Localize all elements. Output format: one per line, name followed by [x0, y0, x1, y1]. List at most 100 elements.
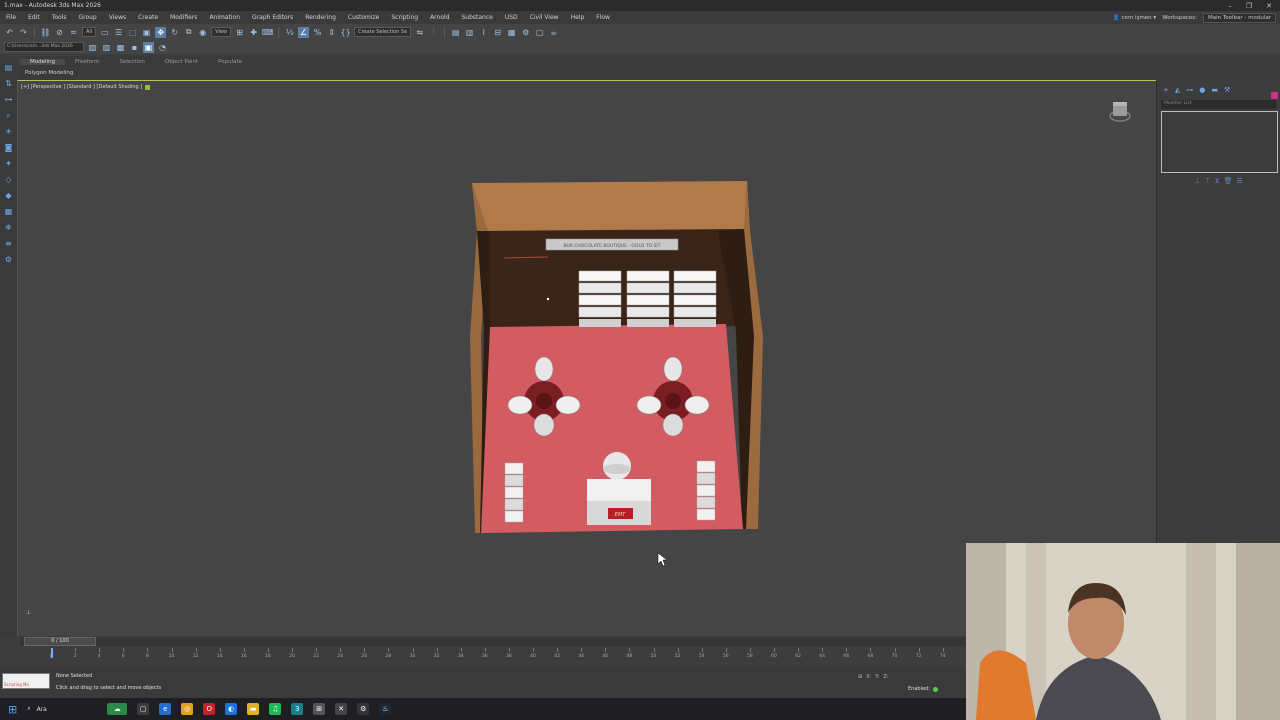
display-tab-icon[interactable]: ▬: [1211, 86, 1218, 94]
menu-item-scripting[interactable]: Scripting: [385, 14, 424, 21]
remove-modifier-icon[interactable]: 🗑: [1224, 177, 1233, 185]
select-by-name-icon[interactable]: ☰: [113, 27, 124, 38]
object-color-swatch[interactable]: [1271, 92, 1278, 99]
maxscript-listener[interactable]: Scripting Mo: [2, 673, 50, 689]
mirror-icon[interactable]: ⇋: [414, 27, 425, 38]
clock-icon[interactable]: ◔: [157, 42, 168, 53]
settings-taskbar-icon[interactable]: ⚙: [357, 703, 370, 715]
select-object-icon[interactable]: ▭: [99, 27, 110, 38]
material-editor-icon[interactable]: ▦: [506, 27, 517, 38]
filter-icon[interactable]: ⌕: [3, 110, 14, 121]
utilities-tab-icon[interactable]: ⚒: [1224, 86, 1230, 94]
menu-item-usd[interactable]: USD: [499, 14, 524, 21]
project-settings-icon[interactable]: ▪: [129, 42, 140, 53]
scale-icon[interactable]: ⧉: [183, 27, 194, 38]
project-open-icon[interactable]: ▨: [101, 42, 112, 53]
ribbon-tab-selection[interactable]: Selection: [110, 59, 155, 65]
ribbon-tab-object-paint[interactable]: Object Paint: [155, 59, 208, 65]
create-tab-icon[interactable]: +: [1163, 86, 1169, 94]
undo-icon[interactable]: ↶: [4, 27, 15, 38]
display-cameras-icon[interactable]: ◙: [3, 142, 14, 153]
project-save-icon[interactable]: ▩: [115, 42, 126, 53]
absolute-mode-icon[interactable]: ⊞: [858, 674, 862, 680]
layers-icon[interactable]: ≡: [3, 238, 14, 249]
unlink-icon[interactable]: ⊘: [54, 27, 65, 38]
display-geometry-icon[interactable]: ◆: [3, 190, 14, 201]
menu-item-arnold[interactable]: Arnold: [424, 14, 455, 21]
link-icon[interactable]: ⛓: [40, 27, 51, 38]
menu-item-flow[interactable]: Flow: [590, 14, 616, 21]
curve-editor-icon[interactable]: ⌇: [478, 27, 489, 38]
layer-explorer-icon[interactable]: ▥: [464, 27, 475, 38]
menu-item-rendering[interactable]: Rendering: [299, 14, 342, 21]
minimize-button[interactable]: –: [1228, 2, 1232, 10]
file-explorer-icon[interactable]: ▬: [247, 703, 260, 715]
spotify-icon[interactable]: ♫: [269, 703, 282, 715]
playhead[interactable]: [51, 648, 53, 658]
named-selection-dropdown[interactable]: Create Selection Se: [354, 27, 412, 37]
scene-explorer-side-icon[interactable]: ▤: [3, 62, 14, 73]
workspace-dropdown[interactable]: Main Toolbar - modular: [1202, 12, 1276, 23]
windows-start-icon[interactable]: ⊞: [8, 703, 17, 716]
spinner-snap-icon[interactable]: ⇕: [326, 27, 337, 38]
redo-icon[interactable]: ↷: [18, 27, 29, 38]
menu-item-file[interactable]: File: [0, 14, 22, 21]
window-crossing-icon[interactable]: ▣: [141, 27, 152, 38]
freeze-icon[interactable]: ❄: [3, 222, 14, 233]
user-account[interactable]: 👤 cem işmen ▾: [1113, 15, 1156, 21]
align-icon[interactable]: ⫶: [428, 27, 439, 38]
make-unique-icon[interactable]: ⊻: [1214, 177, 1219, 185]
menu-item-customize[interactable]: Customize: [342, 14, 386, 21]
percent-snap-icon[interactable]: %: [312, 27, 323, 38]
motion-tab-icon[interactable]: ●: [1199, 86, 1205, 94]
ribbon-tab-populate[interactable]: Populate: [208, 59, 252, 65]
app-icon-grid[interactable]: ⊞: [313, 703, 326, 715]
project-folder-icon[interactable]: ▧: [87, 42, 98, 53]
gear-icon[interactable]: ⚙: [3, 254, 14, 265]
show-end-result-icon[interactable]: ⊤: [1204, 177, 1210, 185]
schematic-view-icon[interactable]: ⊟: [492, 27, 503, 38]
time-slider[interactable]: 0 / 100: [20, 637, 966, 646]
pivot-icon[interactable]: ⊞: [234, 27, 245, 38]
snap-3d-icon[interactable]: ⅓: [284, 27, 295, 38]
display-shapes-icon[interactable]: ◇: [3, 174, 14, 185]
sort-icon[interactable]: ⇅: [3, 78, 14, 89]
select-and-move-icon[interactable]: ✥: [155, 26, 167, 38]
menu-item-tools[interactable]: Tools: [46, 14, 73, 21]
opera-icon[interactable]: O: [203, 703, 216, 715]
task-view-icon[interactable]: ▢: [137, 703, 150, 715]
menu-item-views[interactable]: Views: [103, 14, 132, 21]
chrome-icon[interactable]: ◎: [181, 703, 194, 715]
keyboard-shortcut-icon[interactable]: ⌨: [262, 27, 274, 38]
rotate-icon[interactable]: ↻: [169, 27, 180, 38]
ribbon-tab-freeform[interactable]: Freeform: [65, 59, 110, 65]
menu-item-modifiers[interactable]: Modifiers: [164, 14, 203, 21]
display-all-icon[interactable]: ▦: [3, 206, 14, 217]
edge-icon[interactable]: ◐: [225, 703, 238, 715]
project-path-field[interactable]: C:\Users\cem...3ds Max 2026: [4, 42, 84, 52]
reference-coordinate-dropdown[interactable]: View: [211, 27, 232, 37]
display-helpers-icon[interactable]: ✦: [3, 158, 14, 169]
menu-item-group[interactable]: Group: [72, 14, 102, 21]
taskbar-search[interactable]: ⌕ Ara: [27, 702, 97, 716]
menu-item-graph-editors[interactable]: Graph Editors: [246, 14, 299, 21]
viewport-label[interactable]: [+] [Perspective ] [Standard ] [Default …: [21, 84, 151, 90]
widgets-icon[interactable]: ☁: [107, 703, 128, 715]
selection-region-icon[interactable]: ⬚: [127, 27, 138, 38]
menu-item-create[interactable]: Create: [132, 14, 164, 21]
render-frame-icon[interactable]: ▢: [534, 27, 545, 38]
3dsmax-taskbar-icon[interactable]: 3: [291, 703, 304, 715]
hierarchy-tab-icon[interactable]: ⊶: [1186, 86, 1193, 94]
viewcube[interactable]: [1109, 99, 1131, 123]
modifier-stack[interactable]: [1161, 111, 1278, 173]
menu-item-animation[interactable]: Animation: [203, 14, 246, 21]
menu-item-substance[interactable]: Substance: [455, 14, 498, 21]
menu-item-help[interactable]: Help: [565, 14, 591, 21]
selection-filter-dropdown[interactable]: All: [82, 27, 97, 37]
container-icon[interactable]: ▣: [143, 41, 154, 53]
menu-item-civil-view[interactable]: Civil View: [524, 14, 565, 21]
bind-space-warp-icon[interactable]: ≈: [68, 27, 79, 38]
render-setup-icon[interactable]: ⚙: [520, 27, 531, 38]
hierarchy-icon[interactable]: ⊶: [3, 94, 14, 105]
place-icon[interactable]: ◉: [197, 27, 208, 38]
